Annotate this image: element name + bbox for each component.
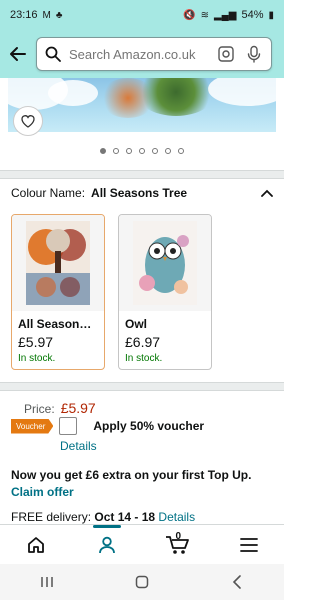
section-divider <box>0 170 284 179</box>
battery-icon: ▮ <box>268 9 274 21</box>
microphone-icon[interactable] <box>245 45 263 63</box>
variant-card-owl[interactable]: Owl £6.97 In stock. <box>118 214 212 370</box>
variant-stock: In stock. <box>125 353 163 364</box>
carousel-dot[interactable] <box>139 148 145 154</box>
gmail-icon: M <box>42 9 51 21</box>
delivery-info: FREE delivery: Oct 14 - 18 Details <box>11 510 195 524</box>
search-header <box>0 30 284 78</box>
mute-icon: 🔇 <box>183 9 196 21</box>
colour-value: All Seasons Tree <box>91 186 188 200</box>
variant-thumbnail <box>119 215 211 311</box>
variant-price: £6.97 <box>125 334 161 350</box>
search-icon <box>45 46 61 62</box>
price-label: Price: <box>24 402 55 416</box>
price-value: £5.97 <box>60 400 96 416</box>
product-image[interactable] <box>8 78 276 132</box>
bottom-navigation: 0 <box>0 524 284 564</box>
wishlist-heart-icon[interactable] <box>13 106 43 136</box>
camera-icon[interactable] <box>217 45 235 63</box>
price-row: Price: £5.97 <box>24 400 96 416</box>
variant-price: £5.97 <box>18 334 54 350</box>
carousel-dot[interactable] <box>152 148 158 154</box>
status-time: 23:16 <box>10 9 38 21</box>
nav-home[interactable] <box>16 527 56 563</box>
recents-icon[interactable] <box>32 570 62 594</box>
section-divider <box>0 382 284 391</box>
colour-label: Colour Name: <box>11 186 86 200</box>
menu-icon <box>239 537 258 552</box>
back-button-icon[interactable] <box>222 570 252 594</box>
voucher-row: Voucher Apply 50% voucher <box>11 417 204 435</box>
delivery-dates: Oct 14 - 18 <box>94 510 156 524</box>
variant-name: All Seasons ... <box>18 317 98 331</box>
voucher-badge: Voucher <box>11 418 54 434</box>
back-arrow-icon[interactable] <box>6 42 30 66</box>
carousel-dot[interactable] <box>100 148 106 154</box>
chevron-up-icon[interactable] <box>261 186 273 200</box>
notification-icon: ♣ <box>55 9 63 21</box>
carousel-dot[interactable] <box>178 148 184 154</box>
status-bar: 23:16 M ♣ 🔇 ≋ ▂▄▆ 54% ▮ <box>0 0 284 30</box>
home-icon <box>27 536 44 553</box>
signal-icon: ▂▄▆ <box>213 9 237 21</box>
delivery-prefix: FREE delivery: <box>11 510 92 524</box>
cart-count: 0 <box>175 530 182 542</box>
account-icon <box>98 536 115 553</box>
home-button-icon[interactable] <box>127 570 157 594</box>
carousel-dot[interactable] <box>165 148 171 154</box>
delivery-details-link[interactable]: Details <box>158 510 195 524</box>
nav-account[interactable] <box>87 524 127 563</box>
carousel-dot[interactable] <box>126 148 132 154</box>
voucher-checkbox[interactable] <box>59 417 78 435</box>
nav-menu[interactable] <box>229 527 269 563</box>
battery-percent: 54% <box>241 9 264 21</box>
voucher-details-link[interactable]: Details <box>60 439 97 453</box>
colour-selector-header[interactable]: Colour Name: All Seasons Tree <box>11 186 273 200</box>
carousel-dot[interactable] <box>113 148 119 154</box>
search-input[interactable] <box>67 45 207 63</box>
variant-stock: In stock. <box>18 353 56 364</box>
carousel-indicator <box>0 148 284 154</box>
variant-name: Owl <box>125 317 148 331</box>
claim-offer-link[interactable]: Claim offer <box>11 485 74 499</box>
nav-cart[interactable]: 0 <box>158 527 198 563</box>
wifi-icon: ≋ <box>200 9 209 21</box>
system-navigation <box>0 564 284 600</box>
topup-promo-text: Now you get £6 extra on your first Top U… <box>11 468 252 482</box>
variant-thumbnail <box>12 215 104 311</box>
voucher-text[interactable]: Apply 50% voucher <box>93 419 204 433</box>
variant-card-all-seasons[interactable]: All Seasons ... £5.97 In stock. <box>11 214 105 370</box>
search-box[interactable] <box>36 37 272 71</box>
